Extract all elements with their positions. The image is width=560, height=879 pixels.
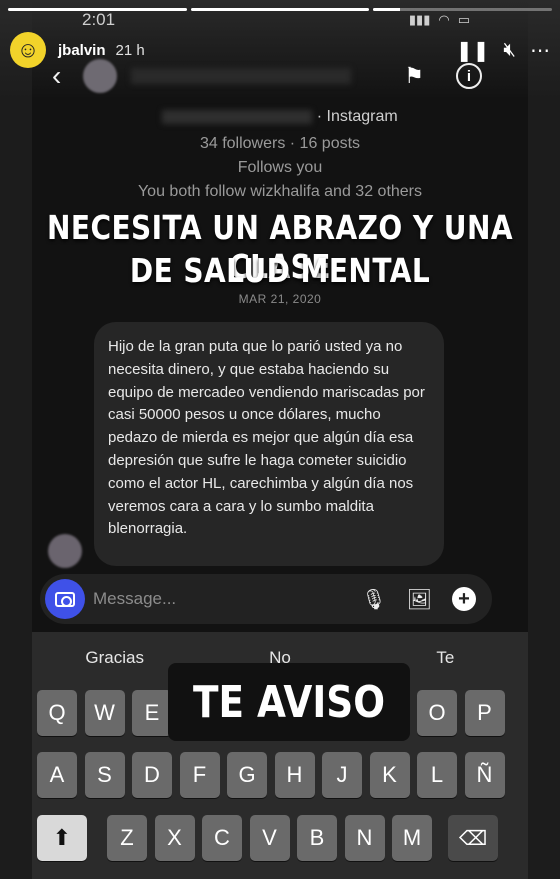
message-date: MAR 21, 2020 bbox=[238, 292, 322, 306]
status-icons: ▮▮▮ ◠ ▭ bbox=[409, 12, 470, 28]
info-icon[interactable]: i bbox=[456, 63, 482, 89]
follows-you: Follows you bbox=[237, 159, 323, 176]
key-b[interactable]: B bbox=[297, 815, 337, 861]
key-m[interactable]: M bbox=[392, 815, 432, 861]
key-p[interactable]: P bbox=[464, 690, 505, 736]
wifi-icon: ◠ bbox=[438, 12, 450, 27]
key-o[interactable]: O bbox=[417, 690, 457, 736]
delete-key[interactable]: ⌫ bbox=[448, 815, 498, 861]
key-z[interactable]: Z bbox=[107, 815, 147, 861]
progress-fill bbox=[190, 8, 370, 11]
status-time: 2:01 bbox=[82, 10, 116, 29]
dm-header: ‹ ⚑ i bbox=[32, 56, 528, 96]
key-a[interactable]: A bbox=[37, 752, 77, 798]
progress-fill bbox=[373, 8, 401, 11]
key-s[interactable]: S bbox=[84, 752, 125, 798]
progress-segment bbox=[373, 8, 553, 11]
sender-avatar[interactable] bbox=[48, 534, 82, 568]
key-q[interactable]: Q bbox=[37, 690, 77, 736]
composer-actions: 🎙︎ 🖼︎ + bbox=[361, 587, 476, 612]
battery-icon: ▭ bbox=[457, 12, 470, 27]
camera-icon bbox=[55, 591, 75, 607]
more-icon[interactable]: ⋯ bbox=[530, 38, 550, 63]
camera-button[interactable] bbox=[45, 579, 85, 619]
dm-avatar[interactable] bbox=[83, 59, 118, 93]
sticker-text: TE AVISO bbox=[192, 676, 386, 728]
progress-segment bbox=[190, 8, 370, 11]
key-h[interactable]: H bbox=[274, 752, 315, 798]
redacted-handle bbox=[162, 109, 313, 124]
gallery-icon[interactable]: 🖼︎ bbox=[407, 587, 432, 612]
platform-label: · Instagram bbox=[316, 108, 398, 125]
microphone-icon[interactable]: 🎙︎ bbox=[361, 587, 386, 612]
key-f[interactable]: F bbox=[179, 752, 220, 798]
message-bubble[interactable]: Hijo de la gran puta que lo parió usted … bbox=[94, 322, 444, 566]
key-c[interactable]: C bbox=[202, 815, 242, 861]
key-v[interactable]: V bbox=[249, 815, 290, 861]
message-input[interactable] bbox=[93, 589, 353, 609]
story-sticker: TE AVISO bbox=[168, 663, 410, 741]
key-j[interactable]: J bbox=[322, 752, 362, 798]
profile-stats: 34 followers · 16 posts bbox=[199, 135, 361, 152]
redacted-name bbox=[131, 68, 352, 84]
shift-key[interactable]: ⬆ bbox=[37, 815, 87, 861]
message-composer: 🎙︎ 🖼︎ + bbox=[40, 574, 492, 624]
key-x[interactable]: X bbox=[154, 815, 195, 861]
key-d[interactable]: D bbox=[132, 752, 172, 798]
key-ñ[interactable]: Ñ bbox=[464, 752, 505, 798]
key-g[interactable]: G bbox=[227, 752, 267, 798]
flag-icon[interactable]: ⚑ bbox=[404, 63, 424, 89]
key-l[interactable]: L bbox=[417, 752, 457, 798]
story-caption-line2: DE SALUD MENTAL bbox=[129, 251, 431, 290]
key-k[interactable]: K bbox=[369, 752, 410, 798]
signal-icon: ▮▮▮ bbox=[408, 12, 431, 27]
profile-handle-line: · Instagram bbox=[32, 108, 528, 126]
key-n[interactable]: N bbox=[344, 815, 385, 861]
key-e[interactable]: E bbox=[132, 690, 172, 736]
chevron-left-icon[interactable]: ‹ bbox=[52, 60, 61, 92]
mutual-follows: You both follow wizkhalifa and 32 others bbox=[137, 183, 423, 200]
plus-icon[interactable]: + bbox=[452, 587, 476, 611]
key-w[interactable]: W bbox=[84, 690, 125, 736]
